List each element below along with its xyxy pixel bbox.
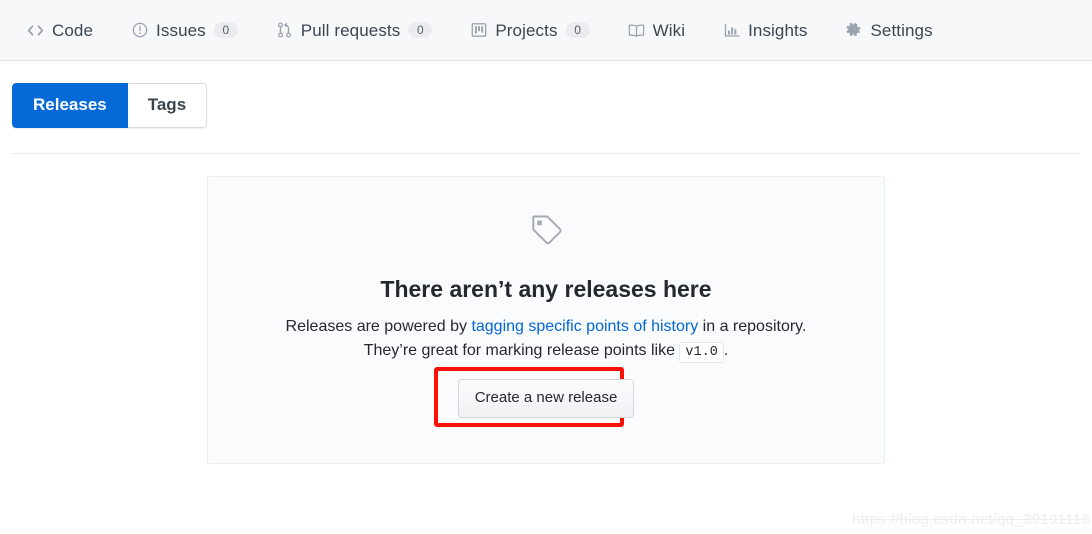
nav-item-label: Projects (495, 20, 558, 40)
nav-item-label: Issues (156, 20, 206, 40)
nav-item-counter: 0 (565, 22, 590, 38)
nav-item-code[interactable]: Code (26, 21, 93, 40)
nav-item-label: Insights (748, 20, 808, 40)
nav-item-label: Pull requests (300, 20, 401, 40)
project-board-icon (469, 21, 488, 40)
create-release-area: Create a new release (433, 367, 635, 428)
nav-item-pull-requests[interactable]: Pull requests 0 (275, 21, 433, 40)
nav-item-settings[interactable]: Settings (844, 20, 933, 40)
description-suffix: in a repository. (698, 317, 807, 335)
releases-blankslate: There aren’t any releases here Releases … (207, 175, 885, 464)
releases-tags-toggle: Releases Tags (12, 83, 208, 128)
releases-content: There aren’t any releases here Releases … (0, 175, 1092, 464)
git-pull-request-icon (275, 21, 294, 40)
tagging-history-link[interactable]: tagging specific points of history (471, 318, 698, 335)
gear-icon (844, 21, 863, 40)
blankslate-second-line: They’re great for marking release points… (208, 339, 884, 364)
nav-item-issues[interactable]: Issues 0 (130, 21, 238, 40)
tab-releases[interactable]: Releases (12, 83, 128, 128)
nav-item-label: Wiki (652, 20, 686, 40)
releases-subnav: Releases Tags (0, 61, 1092, 128)
nav-item-insights[interactable]: Insights (722, 21, 807, 40)
graph-icon (722, 21, 741, 40)
create-new-release-button[interactable]: Create a new release (457, 379, 635, 418)
second-line-suffix: . (723, 342, 729, 360)
second-line-prefix: They’re great for marking release points… (363, 342, 680, 360)
version-code-chip: v1.0 (679, 342, 724, 364)
watermark: https://blog.csdn.net/qq_39191116 (852, 511, 1090, 528)
nav-item-projects[interactable]: Projects 0 (469, 20, 590, 40)
nav-item-wiki[interactable]: Wiki (627, 21, 686, 40)
nav-item-counter: 0 (213, 22, 238, 38)
code-icon (26, 21, 45, 40)
section-divider (12, 152, 1080, 154)
description-prefix: Releases are powered by (285, 317, 472, 335)
book-icon (627, 21, 646, 40)
nav-item-label: Code (52, 20, 94, 40)
blankslate-description: Releases are powered by tagging specific… (208, 315, 884, 340)
nav-item-counter: 0 (408, 22, 433, 38)
repo-nav: Code Issues 0 Pull requests 0 Projects 0… (0, 0, 1092, 61)
blankslate-title: There aren’t any releases here (380, 275, 712, 302)
issue-opened-icon (130, 21, 149, 40)
tag-icon (208, 211, 884, 253)
nav-item-label: Settings (870, 20, 933, 40)
tab-tags[interactable]: Tags (127, 83, 208, 128)
